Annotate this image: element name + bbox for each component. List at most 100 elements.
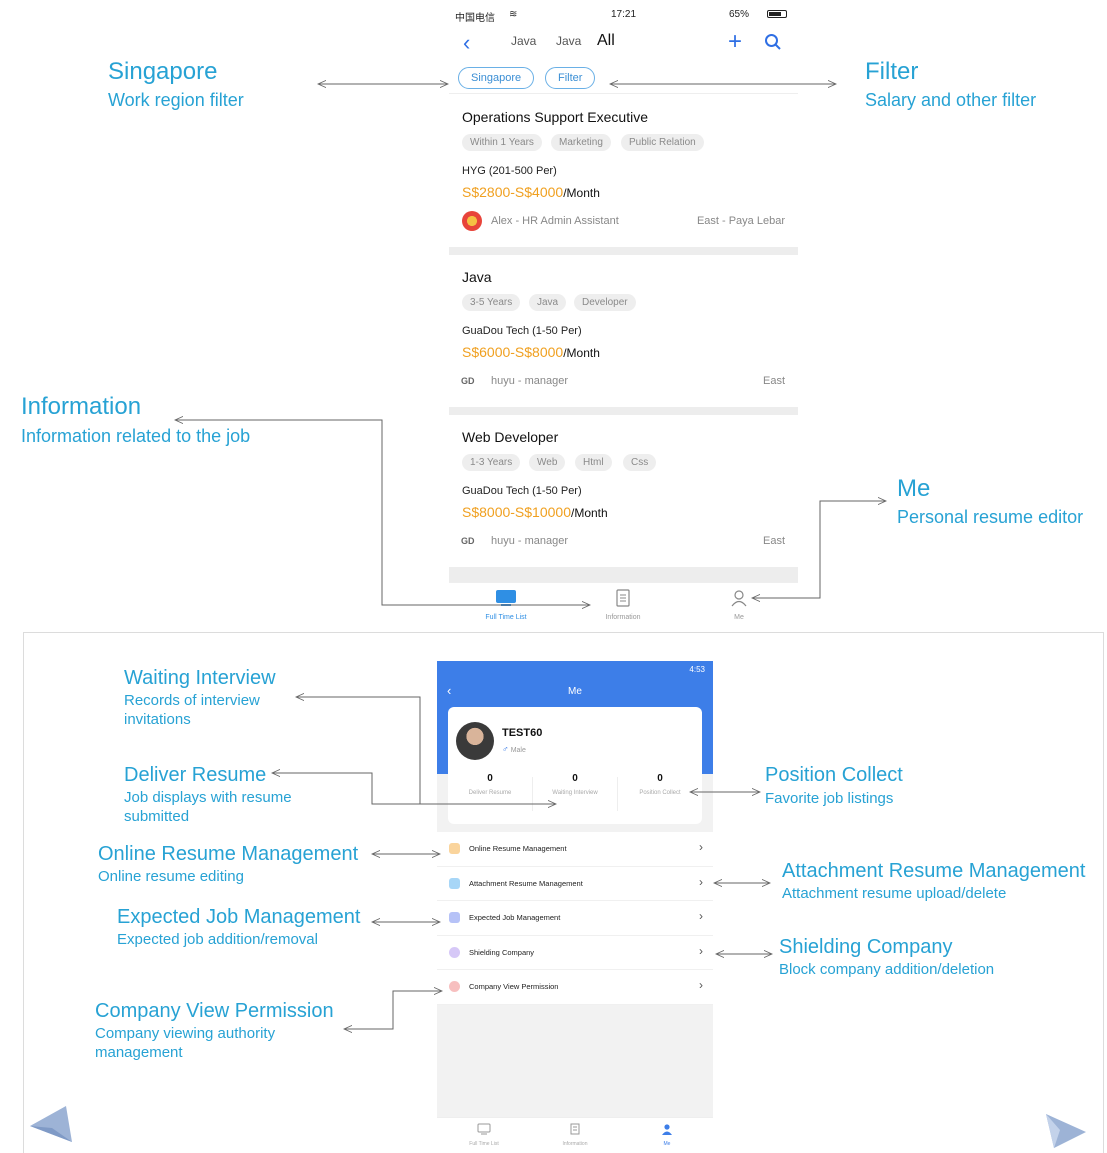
job-tag: Developer — [574, 294, 636, 311]
me-screen: 4:53 ‹ Me TEST60 ♂ Male 0 Deliver Resume … — [437, 661, 713, 1153]
annotation-title: Me — [897, 475, 931, 502]
annotation-subtitle: Online resume editing — [98, 868, 244, 885]
back-icon[interactable]: ‹ — [463, 30, 470, 56]
job-tag: Css — [623, 454, 657, 471]
job-card[interactable]: Operations Support Executive Within 1 Ye… — [449, 95, 798, 255]
chevron-right-icon: › — [699, 909, 703, 923]
annotation-subtitle: Information related to the job — [21, 426, 251, 446]
annotation-title: Singapore — [108, 58, 218, 85]
annotation-subtitle: Attachment resume upload/delete — [782, 885, 1007, 902]
menu-item-attachment-resume[interactable]: Attachment Resume Management › — [437, 867, 713, 901]
clock: 4:53 — [689, 665, 705, 674]
salary: S$2800-S$4000/Month — [462, 184, 600, 200]
company-name: GuaDou Tech (1-50 Per) — [462, 485, 582, 497]
annotation-subtitle: Expected job addition/removal — [117, 931, 318, 948]
job-tag: Java — [529, 294, 567, 311]
menu-item-shielding-company[interactable]: Shielding Company › — [437, 936, 713, 970]
annotation-subtitle: Work region filter — [108, 90, 244, 110]
nav-tab-all[interactable]: All — [597, 32, 615, 50]
status-bar: 中国电信 ≋ 17:21 65% — [449, 0, 798, 28]
avatar[interactable] — [456, 722, 494, 760]
document-icon — [616, 589, 630, 607]
tab-information[interactable]: Information — [583, 589, 663, 621]
me-menu: Online Resume Management › Attachment Re… — [437, 832, 713, 1005]
profile-name: TEST60 — [502, 727, 543, 739]
annotation-title: Filter — [865, 58, 919, 85]
job-tag: Web — [529, 454, 566, 471]
annotation-subtitle: Company viewing authority management — [95, 1025, 276, 1061]
tab-full-time-list[interactable]: Full Time List — [449, 1122, 519, 1147]
user-icon — [662, 1124, 672, 1135]
singapore-chip[interactable]: Singapore — [458, 67, 535, 89]
job-tag: 1-3 Years — [462, 454, 521, 471]
tab-me[interactable]: Me — [699, 589, 779, 621]
list-icon — [477, 1123, 491, 1135]
list-icon — [496, 590, 516, 606]
attachment-icon — [449, 877, 460, 889]
card-separator — [449, 407, 798, 415]
resume-icon — [449, 843, 460, 854]
annotation-title: Waiting Interview — [124, 667, 276, 689]
tab-full-time-list[interactable]: Full Time List — [466, 589, 546, 621]
job-tag: Html — [575, 454, 612, 471]
menu-item-online-resume[interactable]: Online Resume Management › — [437, 832, 713, 867]
annotation-title: Information — [21, 393, 142, 420]
job-list-screen: 中国电信 ≋ 17:21 65% ‹ Java Java All + Singa… — [449, 0, 798, 630]
annotation-subtitle: Favorite job listings — [765, 790, 894, 807]
clock: 17:21 — [611, 9, 637, 20]
job-card[interactable]: Web Developer 1-3 Years Web Html Css Gua… — [449, 415, 798, 583]
tab-information[interactable]: Information — [540, 1122, 610, 1147]
stat-deliver-resume[interactable]: 0 Deliver Resume — [448, 773, 532, 797]
annotation-title: Company View Permission — [95, 1000, 334, 1022]
menu-item-expected-job[interactable]: Expected Job Management › — [437, 901, 713, 936]
company-logo: GD — [461, 376, 475, 386]
nav-tab-java-1[interactable]: Java — [511, 34, 536, 48]
chevron-right-icon: › — [699, 943, 703, 958]
job-title: Operations Support Executive — [462, 109, 648, 125]
chevron-right-icon: › — [699, 874, 703, 889]
search-icon[interactable] — [764, 33, 782, 51]
annotation-title: Deliver Resume — [124, 764, 267, 786]
document-icon — [570, 1123, 580, 1135]
bottom-tab-bar: Full Time List Information Me — [449, 582, 798, 630]
filter-chip[interactable]: Filter — [545, 67, 596, 89]
chevron-right-icon: › — [699, 840, 703, 854]
annotation-subtitle: Job displays with resume submitted — [124, 789, 292, 825]
nav-tab-java-2[interactable]: Java — [556, 34, 581, 48]
annotation-subtitle: Personal resume editor — [897, 507, 1084, 527]
job-tag: Marketing — [551, 134, 611, 151]
profile-card: TEST60 ♂ Male 0 Deliver Resume 0 Waiting I… — [448, 707, 702, 824]
add-icon[interactable]: + — [728, 28, 742, 56]
job-title: Web Developer — [462, 429, 559, 445]
menu-item-company-view-permission[interactable]: Company View Permission › — [437, 970, 713, 1005]
salary: S$6000-S$8000/Month — [462, 344, 600, 360]
tab-me[interactable]: Me — [632, 1122, 702, 1147]
job-tag: Public Relation — [621, 134, 704, 151]
recruiter-avatar — [462, 211, 482, 231]
profile-gender: ♂ Male — [502, 744, 526, 754]
annotation-title: Shielding Company — [779, 936, 953, 958]
top-nav: ‹ Java Java All + — [449, 28, 798, 60]
recruiter: Alex - HR Admin Assistant — [491, 215, 619, 227]
job-location: East - Paya Lebar — [696, 215, 785, 227]
card-separator — [449, 247, 798, 255]
annotation-title: Online Resume Management — [98, 843, 359, 865]
annotation-subtitle: Records of interview invitations — [124, 692, 260, 728]
company-logo: GD — [461, 536, 475, 546]
recruiter: huyu - manager — [491, 375, 569, 387]
stat-waiting-interview[interactable]: 0 Waiting Interview — [533, 773, 617, 797]
annotation-subtitle: Block company addition/deletion — [779, 961, 995, 978]
job-card[interactable]: Java 3-5 Years Java Developer GuaDou Tec… — [449, 255, 798, 415]
job-tag: Within 1 Years — [462, 134, 542, 151]
carrier-label: 中国电信 — [455, 13, 495, 24]
annotation-title: Position Collect — [765, 764, 903, 786]
stat-position-collect[interactable]: 0 Position Collect — [618, 773, 702, 797]
wifi-icon: ≋ — [509, 9, 518, 20]
job-tag: 3-5 Years — [462, 294, 521, 311]
job-icon — [449, 912, 460, 923]
annotation-subtitle: Salary and other filter — [865, 90, 1037, 110]
company-name: GuaDou Tech (1-50 Per) — [462, 325, 582, 337]
job-title: Java — [462, 269, 492, 285]
filter-row: Singapore Filter — [449, 64, 798, 94]
salary: S$8000-S$10000/Month — [462, 504, 608, 520]
